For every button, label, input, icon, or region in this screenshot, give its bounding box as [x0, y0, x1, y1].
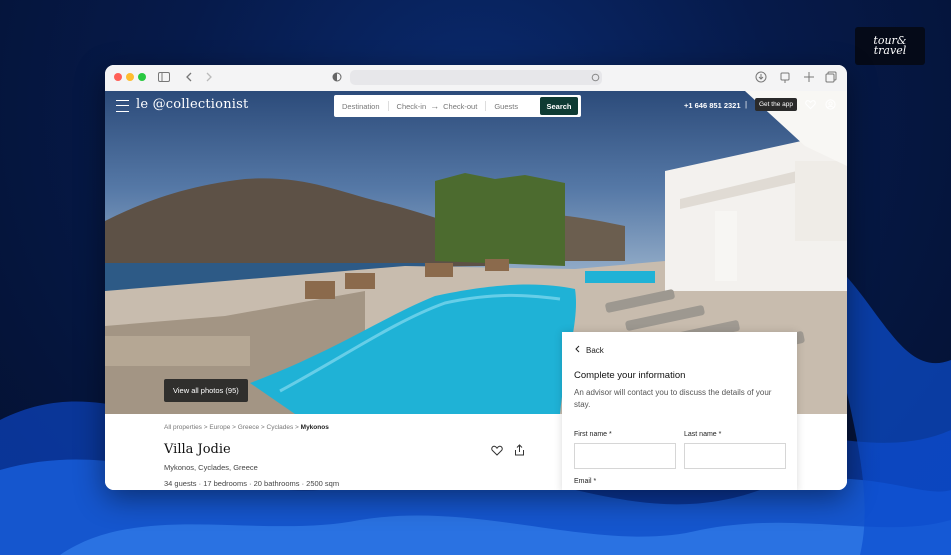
- travel-logo-badge: tour& travel: [855, 27, 925, 65]
- guests-field[interactable]: Guests: [486, 102, 526, 111]
- browser-toolbar: [105, 65, 847, 92]
- maximize-window-button[interactable]: [138, 73, 146, 81]
- breadcrumb-greece[interactable]: Greece: [238, 424, 259, 431]
- last-name-field[interactable]: [684, 443, 786, 469]
- back-button[interactable]: Back: [574, 345, 604, 355]
- phone-number[interactable]: +1 646 851 2321: [684, 101, 741, 110]
- breadcrumb-europe[interactable]: Europe: [209, 424, 230, 431]
- first-name-field[interactable]: [574, 443, 676, 469]
- first-name-label: First name *: [574, 431, 612, 438]
- breadcrumb: All properties > Europe > Greece > Cycla…: [164, 424, 329, 431]
- destination-field[interactable]: Destination: [334, 102, 388, 111]
- breadcrumb-all-properties[interactable]: All properties: [164, 424, 202, 431]
- view-all-photos-button[interactable]: View all photos (95): [164, 379, 248, 402]
- date-arrow-icon: →: [430, 101, 440, 111]
- back-label: Back: [586, 346, 604, 355]
- breadcrumb-separator: >: [203, 424, 208, 431]
- last-name-label: Last name *: [684, 431, 722, 438]
- get-the-app-button[interactable]: Get the app: [755, 98, 797, 111]
- share-browser-icon[interactable]: [779, 71, 791, 83]
- back-nav-icon[interactable]: [185, 72, 193, 82]
- breadcrumb-cyclades[interactable]: Cyclades: [267, 424, 294, 431]
- sidebar-icon[interactable]: [158, 72, 170, 82]
- account-icon[interactable]: [825, 99, 836, 110]
- header-divider: |: [745, 100, 748, 109]
- breadcrumb-current: Mykonos: [300, 424, 329, 431]
- new-tab-icon[interactable]: [803, 71, 815, 83]
- search-bar: Destination Check-in → Check-out Guests …: [334, 95, 581, 117]
- minimize-window-button[interactable]: [126, 73, 134, 81]
- breadcrumb-separator: >: [232, 424, 236, 431]
- privacy-shield-icon[interactable]: [332, 72, 342, 82]
- badge-line2: travel: [873, 44, 907, 57]
- browser-window: le @collectionist Destination Check-in →…: [105, 65, 847, 490]
- checkin-field[interactable]: Check-in: [389, 102, 431, 111]
- checkout-field[interactable]: Check-out: [439, 102, 485, 111]
- share-icon[interactable]: [514, 444, 525, 456]
- menu-icon[interactable]: [116, 100, 129, 112]
- email-label: Email *: [574, 478, 597, 485]
- favorite-icon[interactable]: [491, 445, 503, 456]
- breadcrumb-separator: >: [295, 424, 299, 431]
- forward-nav-icon[interactable]: [205, 72, 213, 82]
- property-stats: 34 guests · 17 bedrooms · 20 bathrooms ·…: [164, 479, 340, 488]
- address-bar[interactable]: [350, 70, 602, 85]
- form-title: Complete your information: [574, 370, 686, 381]
- contact-form-panel: Back Complete your information An adviso…: [562, 332, 797, 490]
- property-title: Villa Jodie: [164, 442, 231, 457]
- tab-overview-icon[interactable]: [825, 71, 837, 83]
- close-window-button[interactable]: [114, 73, 122, 81]
- download-icon[interactable]: [755, 71, 767, 83]
- form-description: An advisor will contact you to discuss t…: [574, 388, 772, 409]
- site-logo[interactable]: le @collectionist: [136, 97, 248, 112]
- heart-icon[interactable]: [805, 99, 816, 110]
- reload-icon[interactable]: [591, 73, 600, 82]
- breadcrumb-separator: >: [260, 424, 265, 431]
- search-button[interactable]: Search: [540, 97, 578, 115]
- property-location: Mykonos, Cyclades, Greece: [164, 463, 258, 472]
- chevron-left-icon: [575, 345, 580, 353]
